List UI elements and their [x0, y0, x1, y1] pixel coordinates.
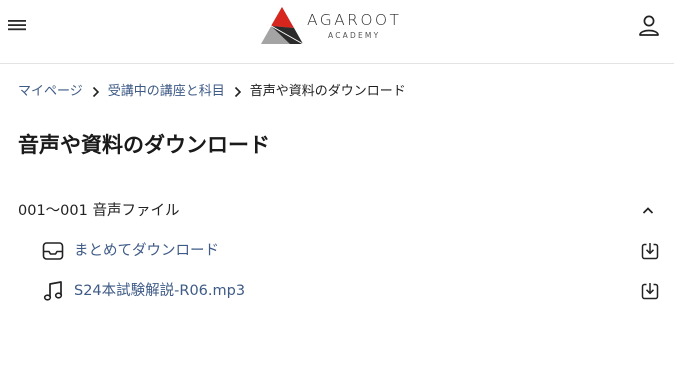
agaroot-logo[interactable]: AGAROOT ACADEMY	[260, 6, 410, 46]
breadcrumb: マイページ 受講中の講座と科目 音声や資料のダウンロード	[18, 83, 406, 101]
audio-section-header[interactable]: 001〜001 音声ファイル	[18, 199, 658, 225]
logo-subtitle: ACADEMY	[328, 31, 381, 40]
logo-mark-icon	[261, 7, 304, 45]
download-icon[interactable]	[640, 281, 660, 301]
logo-wordmark: AGAROOT	[307, 10, 402, 29]
chevron-right-icon	[92, 86, 100, 98]
audio-file-row[interactable]: S24本試験解説-R06.mp3	[42, 277, 660, 305]
hamburger-menu-icon	[8, 20, 26, 31]
download-all-row[interactable]: まとめてダウンロード	[42, 237, 660, 265]
inbox-tray-icon	[42, 242, 64, 260]
menu-button[interactable]	[6, 12, 28, 38]
download-icon[interactable]	[640, 241, 660, 261]
breadcrumb-mypage-link[interactable]: マイページ	[18, 83, 83, 101]
chevron-up-icon[interactable]	[640, 203, 656, 219]
music-note-icon	[43, 281, 63, 301]
breadcrumb-current: 音声や資料のダウンロード	[249, 84, 406, 99]
page-title: 音声や資料のダウンロード	[18, 133, 270, 157]
section-title: 001〜001 音声ファイル	[18, 203, 180, 219]
user-account-button[interactable]	[636, 12, 662, 38]
download-all-link[interactable]: まとめてダウンロード	[74, 241, 219, 261]
audio-file-link[interactable]: S24本試験解説-R06.mp3	[74, 281, 245, 301]
chevron-right-icon	[234, 86, 242, 98]
breadcrumb-courses-link[interactable]: 受講中の講座と科目	[108, 83, 225, 101]
app-header: AGAROOT ACADEMY	[0, 0, 674, 64]
user-account-icon	[639, 15, 659, 36]
